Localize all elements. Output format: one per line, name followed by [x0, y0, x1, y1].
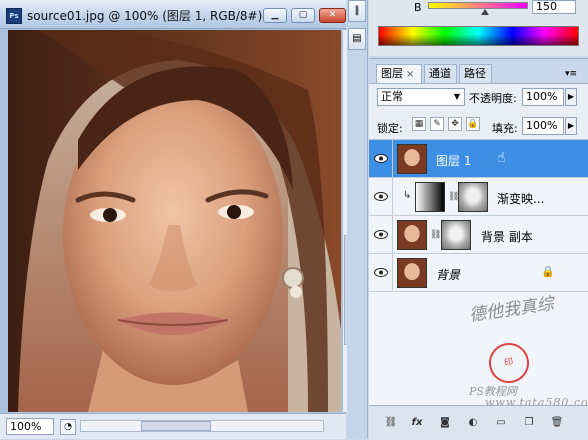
adjustment-thumbnail[interactable]	[415, 182, 445, 212]
document-title-bar[interactable]: Ps source01.jpg @ 100% (图层 1, RGB/8#) ▁ …	[0, 0, 346, 29]
layer-thumbnail[interactable]	[397, 144, 427, 174]
color-spectrum[interactable]	[378, 26, 579, 46]
link-layers-icon[interactable]: ⛓	[383, 415, 399, 431]
visibility-eye-icon[interactable]	[369, 178, 393, 215]
hand-cursor-icon: ☝	[497, 150, 506, 166]
chevron-down-icon: ▼	[453, 92, 460, 101]
fill-slider-button[interactable]: ▶	[565, 117, 577, 135]
visibility-eye-icon[interactable]	[369, 140, 393, 177]
collapse-dock-button[interactable]: ‖	[348, 0, 366, 22]
blend-mode-select[interactable]: 正常 ▼	[377, 88, 465, 106]
color-panel: B 150	[369, 0, 588, 56]
add-mask-icon[interactable]: ◙	[437, 415, 453, 431]
opacity-label: 不透明度:	[469, 92, 517, 105]
photoshop-icon: Ps	[6, 8, 22, 24]
layer-list: 图层 1 ☝ ↳ ⛓ 渐变映... ⛓ 背景 副本 背景 🔒 德他我真综 印 P…	[369, 139, 588, 409]
document-title: source01.jpg @ 100% (图层 1, RGB/8#)	[27, 9, 263, 23]
blue-channel-value[interactable]: 150	[532, 0, 576, 14]
document-window: Ps source01.jpg @ 100% (图层 1, RGB/8#) ▁ …	[0, 0, 355, 439]
adjustment-layer-icon[interactable]: ◐	[465, 415, 481, 431]
layers-panel: 图层 × 通道 路径 ▾≡ 正常 ▼ 不透明度: 100% ▶ 锁定: ▦ ✎ ✥…	[369, 58, 588, 440]
image-canvas[interactable]	[8, 30, 341, 412]
layers-footer-toolbar: ⛓ fx ◙ ◐ ▭ ❐ 🗑	[369, 405, 588, 440]
fill-field[interactable]: 100%	[522, 117, 564, 135]
blend-mode-value: 正常	[381, 90, 403, 103]
layer-name[interactable]: 背景 副本	[481, 228, 533, 245]
close-button[interactable]: ✕	[319, 8, 346, 23]
lock-all-icon[interactable]: 🔒	[466, 117, 480, 131]
panel-menu-icon[interactable]: ▾≡	[565, 69, 577, 79]
watermark: 德他我真综 印 PS教程网 www.tata580.com	[369, 294, 588, 409]
layer-name[interactable]: 渐变映...	[497, 190, 544, 207]
panel-tab-bar: 图层 × 通道 路径 ▾≡	[369, 59, 588, 84]
zoom-field[interactable]: 100%	[6, 418, 54, 435]
layer-style-icon[interactable]: fx	[409, 415, 425, 431]
lock-pixels-icon[interactable]: ✎	[430, 117, 444, 131]
lock-icon: 🔒	[541, 265, 555, 278]
history-panel-icon[interactable]: ▤	[348, 28, 366, 50]
horizontal-scroll-thumb[interactable]	[141, 421, 211, 431]
layer-mask-thumbnail[interactable]	[458, 182, 488, 212]
new-group-icon[interactable]: ▭	[493, 415, 509, 431]
layer-thumbnail[interactable]	[397, 258, 427, 288]
new-layer-icon[interactable]: ❐	[521, 415, 537, 431]
lock-label: 锁定:	[377, 122, 403, 135]
watermark-script: 德他我真综	[467, 294, 555, 326]
tab-layers[interactable]: 图层 ×	[376, 64, 422, 83]
layer-row[interactable]: 图层 1 ☝	[369, 140, 588, 178]
tab-paths[interactable]: 路径	[459, 64, 492, 83]
tab-channels[interactable]: 通道	[424, 64, 457, 83]
layer-thumbnail[interactable]	[397, 220, 427, 250]
portrait-photo	[8, 30, 341, 412]
tab-layers-label: 图层	[381, 67, 403, 80]
panel-dock-gutter: ‖ ▤	[347, 0, 368, 438]
blue-channel-slider[interactable]	[428, 2, 528, 9]
close-icon[interactable]: ×	[406, 69, 414, 80]
layer-name[interactable]: 图层 1	[436, 152, 471, 169]
minimize-button[interactable]: ▁	[263, 8, 287, 23]
clipping-arrow-icon: ↳	[403, 190, 412, 201]
trash-icon[interactable]: 🗑	[549, 415, 565, 431]
blue-channel-label: B	[414, 1, 422, 14]
fill-label: 填充:	[492, 122, 518, 135]
document-status-bar: 100% ◔	[0, 413, 346, 439]
maximize-button[interactable]: ▢	[291, 8, 315, 23]
visibility-eye-icon[interactable]	[369, 216, 393, 253]
layer-row[interactable]: 背景 🔒	[369, 254, 588, 292]
opacity-field[interactable]: 100%	[522, 88, 564, 106]
layer-row[interactable]: ⛓ 背景 副本	[369, 216, 588, 254]
slider-pointer-icon[interactable]	[481, 9, 489, 15]
lock-position-icon[interactable]: ✥	[448, 117, 462, 131]
opacity-slider-button[interactable]: ▶	[565, 88, 577, 106]
lock-transparency-icon[interactable]: ▦	[412, 117, 426, 131]
seal-stamp: 印	[485, 339, 533, 387]
visibility-eye-icon[interactable]	[369, 254, 393, 291]
layer-row[interactable]: ↳ ⛓ 渐变映...	[369, 178, 588, 216]
link-chain-icon[interactable]: ⛓	[430, 230, 441, 240]
layer-name[interactable]: 背景	[436, 266, 460, 283]
layer-mask-thumbnail[interactable]	[441, 220, 471, 250]
horizontal-scrollbar[interactable]	[80, 420, 324, 432]
status-info-icon[interactable]: ◔	[60, 419, 76, 435]
